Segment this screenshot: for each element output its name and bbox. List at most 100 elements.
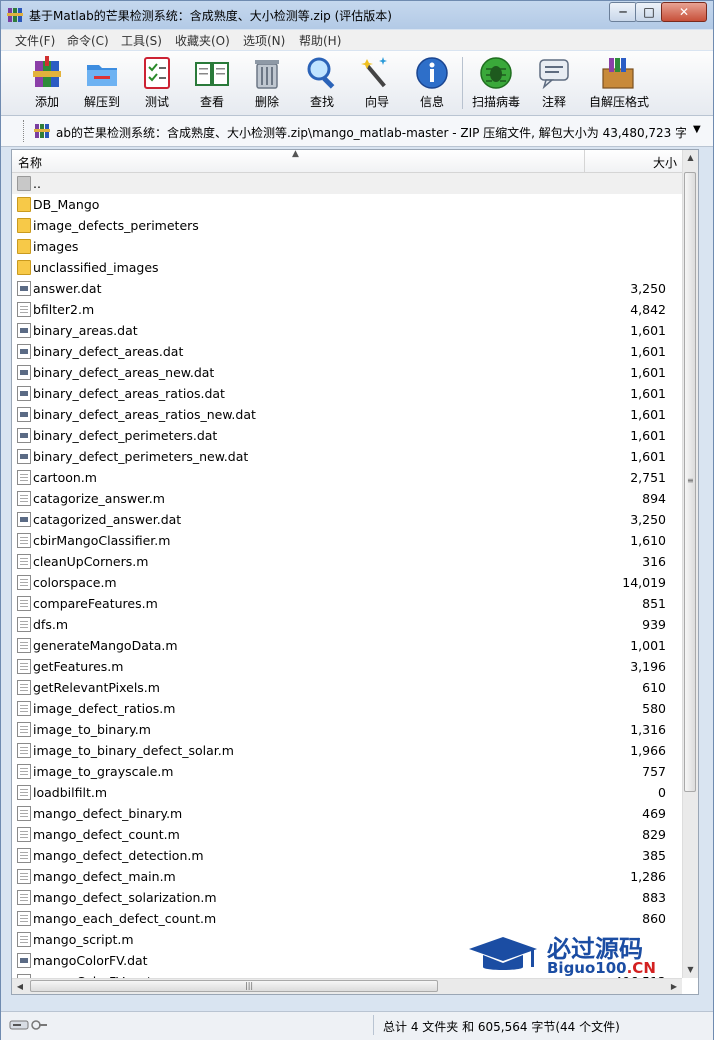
zip-archive-icon xyxy=(34,124,50,138)
file-size: 1,601 xyxy=(630,449,666,464)
add-button[interactable]: 添加 xyxy=(20,55,74,113)
list-item[interactable]: getFeatures.m 3,196 xyxy=(12,656,682,677)
list-item[interactable]: image_to_binary_defect_solar.m 1,966 xyxy=(12,740,682,761)
scroll-left-arrow-icon[interactable]: ◀ xyxy=(12,979,28,994)
list-item[interactable]: binary_defect_perimeters_new.dat 1,601 xyxy=(12,446,682,467)
bug-icon xyxy=(480,57,512,89)
list-item[interactable]: dfs.m 939 xyxy=(12,614,682,635)
list-item[interactable]: colorspace.m 14,019 xyxy=(12,572,682,593)
list-item[interactable]: mango_each_defect_count.m 860 xyxy=(12,908,682,929)
list-item[interactable]: binary_defect_areas_ratios_new.dat 1,601 xyxy=(12,404,682,425)
scan-virus-button[interactable]: 扫描病毒 xyxy=(469,55,523,113)
info-button[interactable]: 信息 xyxy=(405,55,459,113)
vertical-scrollbar[interactable]: ▲ ≡ ▼ xyxy=(682,150,698,978)
file-name: binary_defect_areas_ratios.dat xyxy=(33,386,225,401)
list-item[interactable]: unclassified_images xyxy=(12,257,682,278)
test-button[interactable]: 测试 xyxy=(130,55,184,113)
drive-key-icon[interactable] xyxy=(9,1018,49,1032)
menu-tools[interactable]: 工具(S) xyxy=(121,32,162,49)
list-item[interactable]: .. xyxy=(12,173,682,194)
list-item[interactable]: answer.dat 3,250 xyxy=(12,278,682,299)
chevron-down-icon[interactable]: ▼ xyxy=(693,124,701,135)
address-bar[interactable]: ab的芒果检测系统：含成熟度、大小检测等.zip\mango_matlab-ma… xyxy=(1,116,713,147)
view-button[interactable]: 查看 xyxy=(185,55,239,113)
list-item[interactable]: catagorize_answer.m 894 xyxy=(12,488,682,509)
menu-options[interactable]: 选项(N) xyxy=(243,32,285,49)
list-item[interactable]: binary_areas.dat 1,601 xyxy=(12,320,682,341)
list-item[interactable]: binary_defect_areas.dat 1,601 xyxy=(12,341,682,362)
list-item[interactable]: binary_defect_areas_ratios.dat 1,601 xyxy=(12,383,682,404)
sfx-box-icon xyxy=(602,58,634,89)
file-size: 1,316 xyxy=(630,722,666,737)
column-header-name[interactable]: 名称 xyxy=(18,154,42,171)
file-size: 1,286 xyxy=(630,869,666,884)
file-size: 2,751 xyxy=(630,470,666,485)
list-item[interactable]: image_defect_ratios.m 580 xyxy=(12,698,682,719)
file-name: cbirMangoClassifier.m xyxy=(33,533,171,548)
test-label: 测试 xyxy=(144,95,169,109)
data-file-icon xyxy=(17,512,31,527)
close-button[interactable]: ✕ xyxy=(661,2,707,22)
data-file-icon xyxy=(17,365,31,380)
list-item[interactable]: image_defects_perimeters xyxy=(12,215,682,236)
extract-button[interactable]: 解压到 xyxy=(75,55,129,113)
list-item[interactable]: image_to_binary.m 1,316 xyxy=(12,719,682,740)
list-item[interactable]: mango_defect_count.m 829 xyxy=(12,824,682,845)
list-item[interactable]: binary_defect_perimeters.dat 1,601 xyxy=(12,425,682,446)
folder-icon xyxy=(17,260,31,275)
menu-favorites[interactable]: 收藏夹(O) xyxy=(175,32,230,49)
data-file-icon xyxy=(17,953,31,968)
list-item[interactable]: generateMangoData.m 1,001 xyxy=(12,635,682,656)
list-item[interactable]: loadbilfilt.m 0 xyxy=(12,782,682,803)
status-summary: 总计 4 文件夹 和 605,564 字节(44 个文件) xyxy=(383,1020,620,1034)
script-file-icon xyxy=(17,533,31,548)
sfx-button[interactable]: 自解压格式 xyxy=(589,55,649,113)
file-size: 757 xyxy=(642,764,666,779)
status-separator xyxy=(373,1015,374,1035)
menu-command[interactable]: 命令(C) xyxy=(67,32,109,49)
list-item[interactable]: image_to_grayscale.m 757 xyxy=(12,761,682,782)
title-bar[interactable]: 基于Matlab的芒果检测系统：含成熟度、大小检测等.zip (评估版本) ─ … xyxy=(1,1,713,29)
column-header-size[interactable]: 大小 xyxy=(584,150,681,172)
file-size: 1,001 xyxy=(630,638,666,653)
horizontal-scroll-thumb[interactable]: ||| xyxy=(30,980,438,992)
comment-icon xyxy=(539,59,569,90)
file-name: cleanUpCorners.m xyxy=(33,554,149,569)
scroll-down-arrow-icon[interactable]: ▼ xyxy=(683,962,698,978)
comment-button[interactable]: 注释 xyxy=(527,55,581,113)
list-item[interactable]: mango_defect_detection.m 385 xyxy=(12,845,682,866)
list-item[interactable]: mango_defect_solarization.m 883 xyxy=(12,887,682,908)
delete-button[interactable]: 删除 xyxy=(240,55,294,113)
list-item[interactable]: compareFeatures.m 851 xyxy=(12,593,682,614)
wizard-button[interactable]: 向导 xyxy=(350,55,404,113)
file-size: 1,601 xyxy=(630,365,666,380)
menu-file[interactable]: 文件(F) xyxy=(15,32,55,49)
file-name: getFeatures.m xyxy=(33,659,124,674)
address-grip xyxy=(23,120,26,142)
menu-help[interactable]: 帮助(H) xyxy=(299,32,341,49)
info-icon xyxy=(416,57,448,89)
list-item[interactable]: mango_defect_binary.m 469 xyxy=(12,803,682,824)
list-item[interactable]: bfilter2.m 4,842 xyxy=(12,299,682,320)
list-item[interactable]: cleanUpCorners.m 316 xyxy=(12,551,682,572)
winrar-window: 基于Matlab的芒果检测系统：含成熟度、大小检测等.zip (评估版本) ─ … xyxy=(0,0,714,1040)
list-item[interactable]: cbirMangoClassifier.m 1,610 xyxy=(12,530,682,551)
folder-icon xyxy=(17,197,31,212)
file-size: 0 xyxy=(658,785,666,800)
file-name: answer.dat xyxy=(33,281,102,296)
list-item[interactable]: getRelevantPixels.m 610 xyxy=(12,677,682,698)
maximize-button[interactable]: □ xyxy=(635,2,663,22)
list-item[interactable]: catagorized_answer.dat 3,250 xyxy=(12,509,682,530)
scroll-right-arrow-icon[interactable]: ▶ xyxy=(666,979,682,994)
file-size: 939 xyxy=(642,617,666,632)
list-item[interactable]: mango_defect_main.m 1,286 xyxy=(12,866,682,887)
list-item[interactable]: DB_Mango xyxy=(12,194,682,215)
list-item[interactable]: images xyxy=(12,236,682,257)
list-item[interactable]: binary_defect_areas_new.dat 1,601 xyxy=(12,362,682,383)
list-item[interactable]: cartoon.m 2,751 xyxy=(12,467,682,488)
scroll-up-arrow-icon[interactable]: ▲ xyxy=(683,150,698,166)
watermark-domain-tld: .CN xyxy=(626,959,656,977)
find-button[interactable]: 查找 xyxy=(295,55,349,113)
minimize-button[interactable]: ─ xyxy=(609,2,637,22)
wizard-label: 向导 xyxy=(364,95,389,109)
